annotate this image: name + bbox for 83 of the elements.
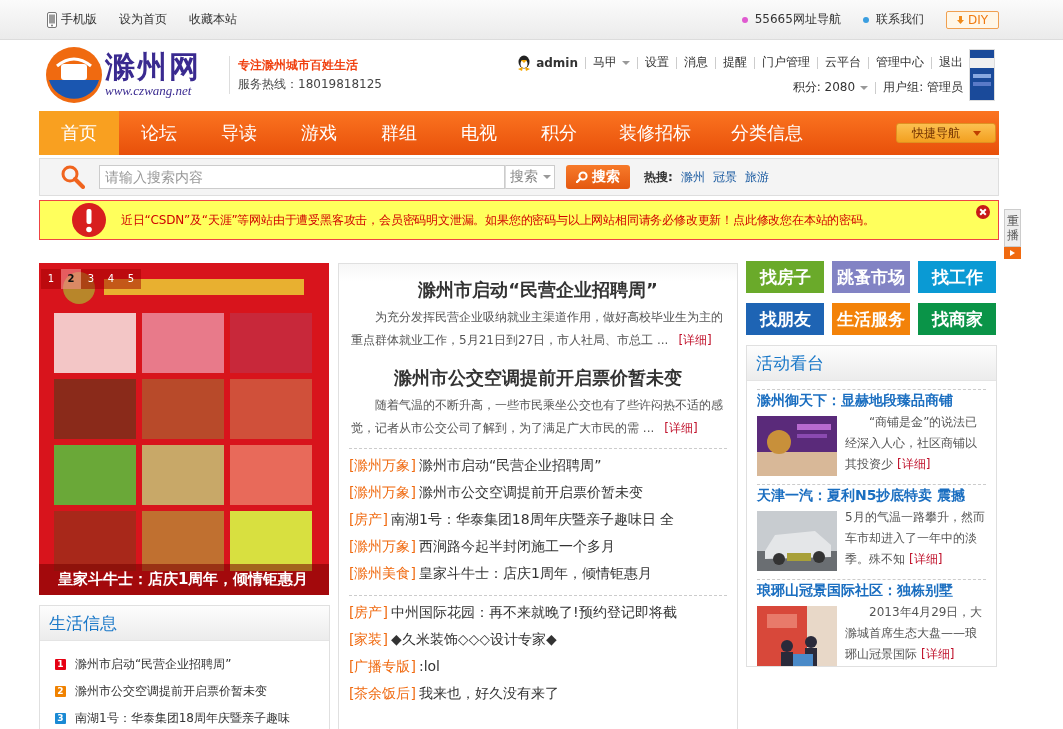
hot-search-label: 热搜: [644, 168, 673, 186]
alert-link[interactable]: 近日“CSDN”及“天涯”等网站由于遭受黑客攻击，会员密码明文泄漏。如果您的密码与以上网站相同请务必修改更新！点此修改您在本站的密码。 [121, 211, 875, 229]
close-icon[interactable] [976, 205, 990, 219]
news-link[interactable]: ◆久米装饰◇◇◇设计专家◆ [390, 631, 557, 647]
more-link[interactable]: [详细] [909, 552, 943, 566]
menu-link[interactable]: 提醒 [723, 54, 747, 71]
rank-badge: 3 [55, 713, 66, 724]
slide-page-button[interactable]: 1 [41, 269, 61, 289]
activity-link[interactable]: 滁州御天下：显赫地段臻品商铺 [757, 392, 986, 410]
news-link[interactable]: 滁州市启动“民营企业招聘周” [418, 457, 602, 473]
hotline: 服务热线：18019818125 [238, 76, 382, 93]
activity-link[interactable]: 天津一汽：夏利N5抄底特卖 震撼 [757, 487, 986, 505]
nav-item[interactable]: 分类信息 [711, 111, 823, 155]
slide-page-button[interactable]: 2 [61, 269, 81, 289]
panel-title: 生活信息 [40, 606, 329, 641]
caret-icon [860, 85, 869, 90]
caret-icon [622, 60, 630, 65]
arrow-down-icon [956, 15, 964, 24]
hot-search-link[interactable]: 冠景 [712, 168, 737, 186]
summary-text: 5月的气温一路攀升，然而车市却进入了一年中的淡季。殊不知 [详细] [845, 509, 986, 568]
top-link[interactable]: 联系我们 [862, 11, 924, 28]
quick-link-button[interactable]: 找商家 [918, 303, 996, 335]
more-link[interactable]: [详细] [897, 457, 931, 471]
menu-link[interactable]: 管理中心 [876, 54, 924, 71]
headline-link[interactable]: 滁州市公交空调提前开启票价暂未变 [349, 366, 727, 390]
replay-tab[interactable]: 重播 [1004, 209, 1021, 247]
search-field[interactable]: 请输入搜索内容 [99, 165, 505, 189]
summary-text: 随着气温的不断升高，一些市民乘坐公交也有了些许闷热不适的感觉，记者从市公交公司了解到，为了满足广大市民的需 ... [详细] [350, 397, 724, 437]
alert-icon [71, 202, 107, 238]
rank-badge: 1 [55, 659, 66, 670]
search-icon [576, 171, 588, 183]
slide-page-button[interactable]: 5 [121, 269, 141, 289]
news-link[interactable]: 滁州市公交空调提前开启票价暂未变 [75, 683, 267, 700]
menu-link[interactable]: 消息 [684, 54, 708, 71]
hot-search-link[interactable]: 旅游 [744, 168, 769, 186]
news-link[interactable]: 滁州市公交空调提前开启票价暂未变 [418, 484, 643, 500]
news-link[interactable]: 滁州市启动“民营企业招聘周” [75, 656, 232, 673]
quick-nav-button[interactable]: 快捷导航 [896, 123, 996, 143]
search-icon [61, 165, 85, 189]
hot-search-link[interactable]: 滁州 [680, 168, 705, 186]
play-icon [1004, 247, 1021, 259]
caret-icon [972, 130, 981, 136]
user-group: 用户组: 管理员 [883, 79, 963, 96]
rank-badge: 2 [55, 686, 66, 697]
news-link[interactable]: 西涧路今起半封闭施工一个多月 [418, 538, 615, 554]
news-link[interactable]: :lol [418, 658, 440, 674]
more-link[interactable]: [详细] [921, 647, 955, 661]
menu-link[interactable]: 马甲 [593, 54, 630, 71]
logo-icon [45, 46, 103, 104]
quick-link-button[interactable]: 跳蚤市场 [832, 261, 910, 293]
top-link[interactable]: 收藏本站 [189, 11, 237, 28]
summary-text: 2013年4月29日，大滁城首席生态大盘——琅琊山冠景国际 [详细] [845, 604, 984, 663]
news-link[interactable]: 我来也，好久没有来了 [418, 685, 559, 701]
logo-url: www.czwang.net [105, 83, 193, 99]
menu-link[interactable]: 云平台 [825, 54, 861, 71]
news-link[interactable]: 中州国际花园：再不来就晚了!预约登记即将截 [390, 604, 677, 620]
slide-page-button[interactable]: 4 [101, 269, 121, 289]
points-link[interactable]: 积分: 2080 [792, 79, 869, 96]
menu-link[interactable]: 门户管理 [762, 54, 810, 71]
caret-icon [542, 175, 551, 179]
top-link[interactable]: 手机版 [47, 11, 97, 28]
quick-link-button[interactable]: 找朋友 [746, 303, 824, 335]
summary-text: 为充分发挥民营企业吸纳就业主渠道作用，做好高校毕业生为主的重点群体就业工作，5月21日到27日，市人社局、市总工 ... [详细] [350, 309, 724, 349]
more-link[interactable]: [详细] [664, 421, 698, 435]
news-link[interactable]: 南湖1号：华泰集团18周年庆暨亲子趣味 [75, 710, 290, 727]
menu-link[interactable]: 退出 [939, 54, 963, 71]
search-scope-select[interactable]: 搜索 [505, 165, 555, 189]
slide-page-button[interactable]: 3 [81, 269, 101, 289]
panel-title: 活动看台 [747, 346, 996, 381]
activity-link[interactable]: 琅琊山冠景国际社区：独栋别墅 [757, 582, 986, 600]
more-link[interactable]: [详细] [678, 333, 712, 347]
user-link[interactable]: admin [516, 54, 578, 71]
logo-text[interactable]: 滁州网 [105, 51, 201, 83]
menu-link[interactable]: 设置 [645, 54, 669, 71]
news-link[interactable]: 皇家斗牛士：店庆1周年，倾情钜惠月 [418, 565, 652, 581]
slogan: 专注滁州城市百姓生活 [238, 57, 359, 74]
headline-link[interactable]: 滁州市启动“民营企业招聘周” [349, 278, 727, 302]
news-link[interactable]: 南湖1号：华泰集团18周年庆暨亲子趣味日 全 [390, 511, 675, 527]
phone-icon [47, 11, 57, 28]
top-link[interactable]: 设为首页 [119, 11, 167, 28]
top-link[interactable]: 55665网址导航 [741, 11, 841, 28]
summary-text: “商铺是金”的说法已经深入人心，社区商铺以其投资少 [详细] [845, 414, 979, 473]
slide-caption[interactable]: 皇家斗牛士：店庆1周年，倾情钜惠月 [39, 564, 329, 595]
